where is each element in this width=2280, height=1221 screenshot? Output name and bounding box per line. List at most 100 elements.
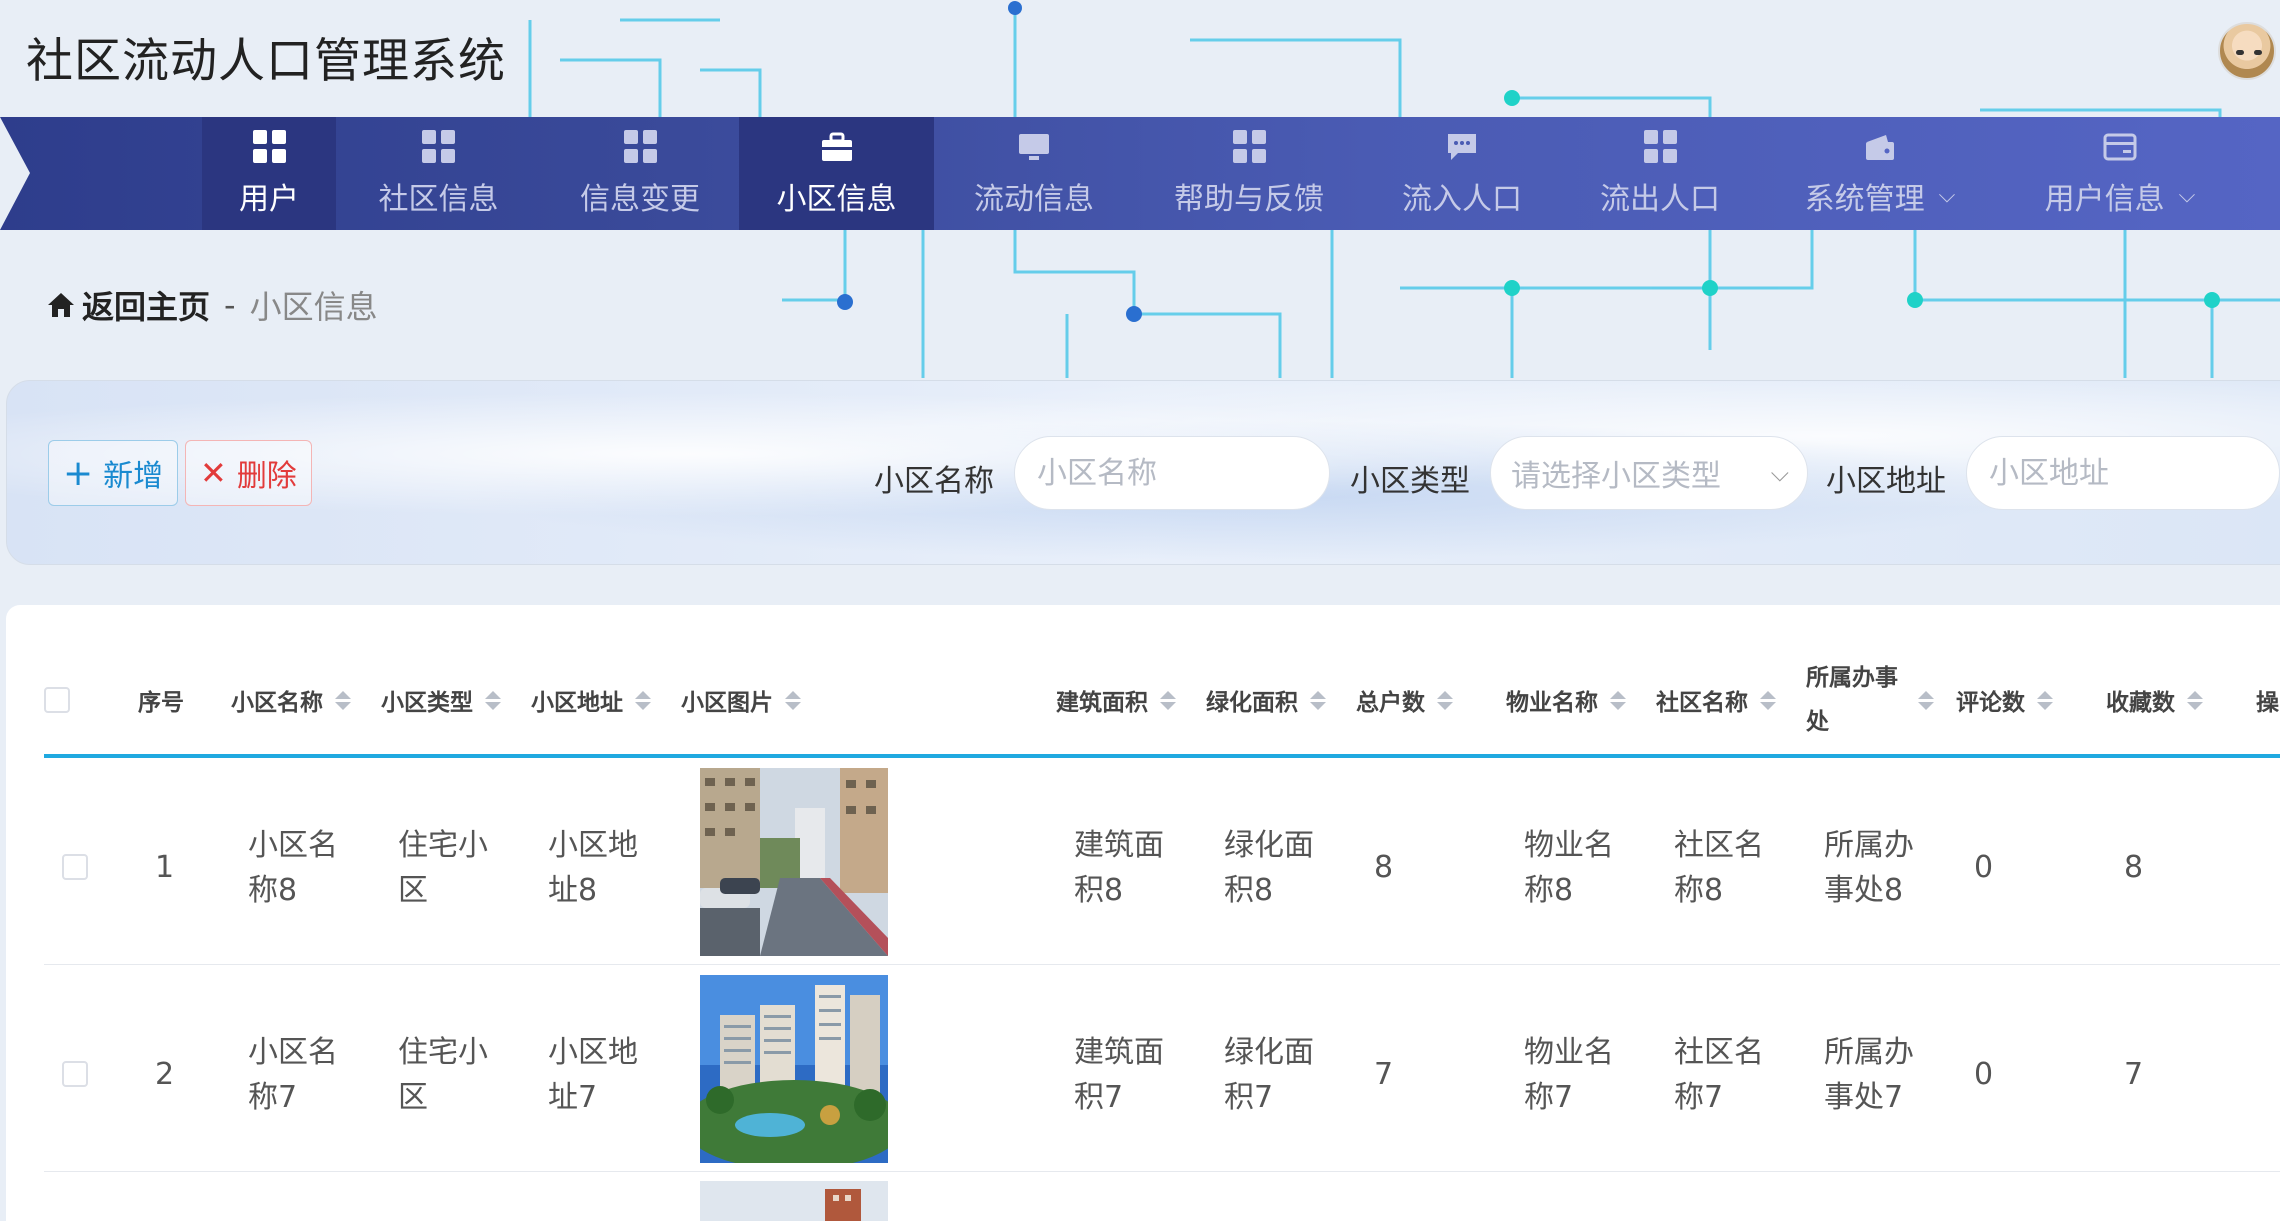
- cell-index: 1: [155, 850, 175, 885]
- chat-icon: [1445, 130, 1479, 164]
- row-checkbox[interactable]: [62, 1061, 88, 1087]
- column-header-favorites[interactable]: 收藏数: [2106, 650, 2203, 750]
- sort-icon: [485, 690, 501, 710]
- filter-type-label: 小区类型: [1350, 464, 1470, 499]
- add-button[interactable]: + 新增: [48, 440, 179, 506]
- nav-item-label: 帮助与反馈: [1174, 181, 1324, 217]
- monitor-icon: [1017, 130, 1051, 164]
- sort-icon: [1437, 690, 1453, 710]
- column-header-index: 序号: [138, 690, 184, 716]
- cell-property: 物业名称8: [1524, 828, 1614, 908]
- breadcrumb: 返回主页 - 小区信息: [46, 282, 378, 328]
- column-header-community[interactable]: 社区名称: [1656, 650, 1776, 750]
- cell-households: 8: [1374, 850, 1394, 885]
- avatar-eye-icon: [2236, 50, 2244, 55]
- nav-arrow-decoration: [0, 117, 30, 230]
- cell-green-area: 绿化面积8: [1224, 828, 1314, 908]
- nav-item-outflow-population[interactable]: 流出人口: [1560, 117, 1760, 230]
- sort-icon: [635, 690, 651, 710]
- nav-item-estate-info[interactable]: 小区信息: [739, 117, 934, 230]
- nav-item-label: 信息变更: [580, 181, 700, 217]
- breadcrumb-home-link[interactable]: 返回主页: [46, 282, 210, 328]
- chevron-down-icon: ⌵: [1770, 459, 1789, 487]
- breadcrumb-home-label: 返回主页: [82, 288, 211, 326]
- sort-icon: [2187, 690, 2203, 710]
- avatar[interactable]: [2218, 22, 2276, 80]
- cell-green-area: 绿化面积7: [1224, 1035, 1314, 1115]
- cell-type: 住宅小区: [398, 828, 488, 908]
- row-separator: [44, 964, 2280, 965]
- app-title: 社区流动人口管理系统: [26, 34, 506, 89]
- grid-icon: [1643, 130, 1677, 164]
- sort-icon: [1610, 690, 1626, 710]
- column-header-comments[interactable]: 评论数: [1956, 650, 2053, 750]
- row-separator: [44, 1171, 2280, 1172]
- estate-name-input[interactable]: [1014, 436, 1330, 510]
- cell-favorites: 8: [2124, 850, 2144, 885]
- nav-item-community-info[interactable]: 社区信息: [336, 117, 541, 230]
- nav-item-label: 流出人口: [1600, 181, 1720, 217]
- estate-type-select[interactable]: 请选择小区类型 ⌵: [1490, 436, 1808, 510]
- nav-item-label: 流动信息: [974, 181, 1094, 217]
- sort-icon: [785, 690, 801, 710]
- column-header-office[interactable]: 所属办事处: [1806, 650, 1934, 750]
- column-header-image[interactable]: 小区图片: [681, 650, 801, 750]
- nav-item-help-feedback[interactable]: 帮助与反馈: [1134, 117, 1364, 230]
- column-header-green-area[interactable]: 绿化面积: [1206, 650, 1326, 750]
- estate-photo[interactable]: [700, 1181, 888, 1221]
- cell-name: 小区名称8: [248, 828, 338, 908]
- briefcase-icon: [820, 130, 854, 164]
- home-icon: [48, 293, 74, 317]
- cell-households: 7: [1374, 1057, 1394, 1092]
- column-header-property[interactable]: 物业名称: [1506, 650, 1626, 750]
- nav-item-user[interactable]: 用户: [202, 117, 336, 230]
- breadcrumb-current: 小区信息: [249, 288, 378, 326]
- row-checkbox[interactable]: [62, 854, 88, 880]
- nav-item-label: 社区信息: [378, 181, 499, 217]
- plus-icon: +: [63, 452, 94, 494]
- nav-item-info-change[interactable]: 信息变更: [541, 117, 739, 230]
- estate-photo[interactable]: [700, 768, 888, 956]
- nav-item-system-management[interactable]: 系统管理 ⌵: [1760, 117, 2000, 230]
- sort-icon: [1760, 690, 1776, 710]
- breadcrumb-separator: -: [224, 286, 236, 324]
- grid-icon: [1232, 130, 1266, 164]
- delete-button-label: 删除: [236, 459, 297, 494]
- wallet-icon: [1863, 130, 1897, 164]
- nav-item-label: 小区信息: [776, 181, 897, 217]
- estate-address-input[interactable]: [1966, 436, 2280, 510]
- column-header-name[interactable]: 小区名称: [231, 650, 351, 750]
- nav-item-user-info[interactable]: 用户信息 ⌵: [2000, 117, 2240, 230]
- card-icon: [2103, 130, 2137, 164]
- sort-icon: [2037, 690, 2053, 710]
- filter-name-label: 小区名称: [874, 464, 994, 499]
- avatar-eye-icon: [2254, 50, 2262, 55]
- nav-item-mobility-info[interactable]: 流动信息: [934, 117, 1134, 230]
- nav-item-label: 用户信息: [2044, 181, 2165, 217]
- cell-building-area: 建筑面积8: [1074, 828, 1164, 908]
- cell-address: 小区地址7: [548, 1035, 638, 1115]
- select-all-checkbox[interactable]: [44, 687, 70, 713]
- delete-button[interactable]: ✕ 删除: [185, 440, 312, 506]
- column-header-type[interactable]: 小区类型: [381, 650, 501, 750]
- estate-photo[interactable]: [700, 975, 888, 1163]
- sort-icon: [1310, 690, 1326, 710]
- grid-icon: [623, 130, 657, 164]
- filter-address-label: 小区地址: [1826, 464, 1946, 499]
- grid-icon: [422, 130, 456, 164]
- column-header-households[interactable]: 总户数: [1356, 650, 1453, 750]
- column-header-building-area[interactable]: 建筑面积: [1056, 650, 1176, 750]
- cell-comments: 0: [1974, 1057, 1994, 1092]
- cell-comments: 0: [1974, 850, 1994, 885]
- column-header-address[interactable]: 小区地址: [531, 650, 651, 750]
- cell-favorites: 7: [2124, 1057, 2144, 1092]
- cell-building-area: 建筑面积7: [1074, 1035, 1164, 1115]
- add-button-label: 新增: [103, 459, 164, 494]
- column-header-actions: 操: [2256, 690, 2279, 716]
- nav-item-inflow-population[interactable]: 流入人口: [1364, 117, 1560, 230]
- table-header-underline: [44, 754, 2280, 758]
- sort-icon: [1918, 690, 1934, 710]
- sort-icon: [1160, 690, 1176, 710]
- cell-property: 物业名称7: [1524, 1035, 1614, 1115]
- nav-item-label: 用户: [239, 181, 299, 217]
